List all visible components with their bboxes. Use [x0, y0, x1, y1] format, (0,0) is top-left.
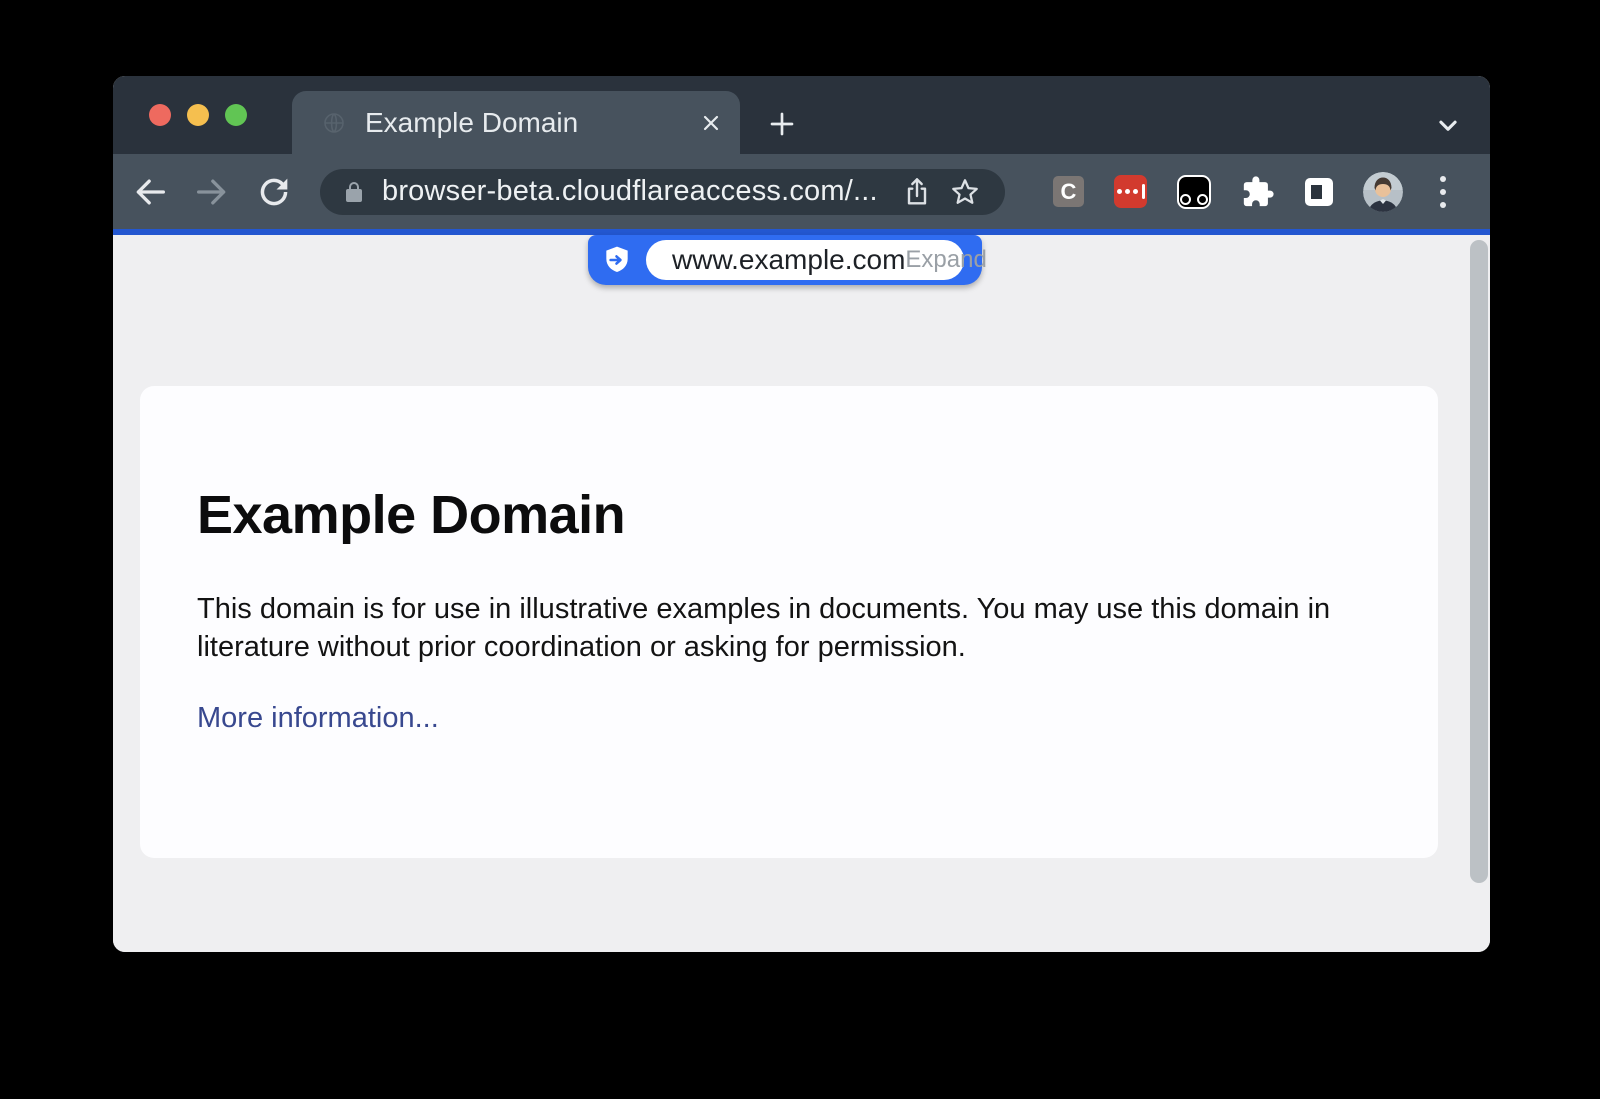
browser-window: Example Domain: [113, 76, 1490, 952]
frame-extension-icon[interactable]: [1305, 178, 1333, 206]
back-button[interactable]: [130, 172, 170, 212]
minimize-window-button[interactable]: [187, 104, 209, 126]
tab-close-icon[interactable]: [698, 110, 724, 136]
isolation-url-pill[interactable]: www.example.com Expand: [588, 235, 982, 285]
window-controls: [149, 104, 247, 126]
shield-arrow-icon: [601, 244, 633, 276]
bookmark-star-icon[interactable]: [949, 176, 981, 208]
more-information-link[interactable]: More information...: [197, 702, 439, 735]
binoculars-extension-icon[interactable]: [1177, 175, 1211, 209]
isolation-expand-button[interactable]: Expand: [905, 246, 986, 274]
profile-avatar[interactable]: [1363, 172, 1403, 212]
forward-button[interactable]: [192, 172, 232, 212]
browser-toolbar: browser-beta.cloudflareaccess.com/... C: [113, 154, 1490, 229]
url-text[interactable]: browser-beta.cloudflareaccess.com/...: [382, 175, 901, 208]
tab-title: Example Domain: [365, 107, 698, 139]
fullscreen-window-button[interactable]: [225, 104, 247, 126]
reload-button[interactable]: [254, 172, 294, 212]
tab-strip: Example Domain: [113, 76, 1490, 154]
lastpass-extension-icon[interactable]: [1114, 175, 1147, 208]
page-viewport: www.example.com Expand Example Domain Th…: [113, 235, 1490, 952]
scrollbar[interactable]: [1470, 240, 1488, 883]
isolation-host-field[interactable]: www.example.com Expand: [646, 240, 964, 280]
isolation-host-text: www.example.com: [672, 244, 905, 276]
close-window-button[interactable]: [149, 104, 171, 126]
globe-favicon-icon: [322, 111, 346, 135]
extensions-area: C: [1053, 172, 1453, 212]
content-card: Example Domain This domain is for use in…: [140, 386, 1438, 858]
lock-icon[interactable]: [342, 180, 366, 204]
page-paragraph: This domain is for use in illustrative e…: [197, 590, 1347, 666]
extensions-puzzle-icon[interactable]: [1241, 175, 1275, 209]
address-bar[interactable]: browser-beta.cloudflareaccess.com/...: [320, 169, 1005, 215]
share-icon[interactable]: [901, 176, 933, 208]
page-heading: Example Domain: [197, 484, 1381, 546]
kebab-menu-icon[interactable]: [1433, 172, 1453, 212]
c-extension-icon[interactable]: C: [1053, 176, 1084, 207]
chevron-down-icon[interactable]: [1431, 108, 1465, 142]
tab-example-domain[interactable]: Example Domain: [292, 91, 740, 154]
new-tab-button[interactable]: [766, 108, 798, 140]
